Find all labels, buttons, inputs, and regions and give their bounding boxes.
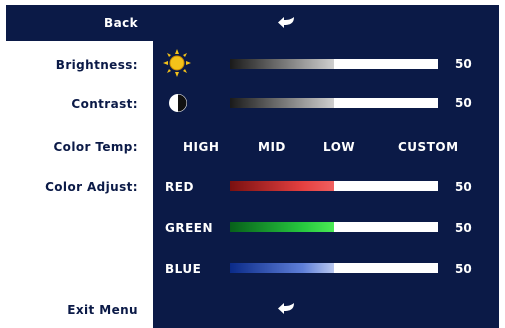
exit-menu-button[interactable]: Exit Menu [18,303,138,317]
red-value: 50 [455,180,472,194]
blue-slider-fill [230,263,334,273]
color-temp-mid[interactable]: MID [258,140,286,154]
red-slider[interactable] [230,181,438,191]
back-button[interactable]: Back [72,16,138,30]
blue-value: 50 [455,262,472,276]
contrast-label: Contrast: [71,97,138,111]
green-value: 50 [455,221,472,235]
color-temp-label: Color Temp: [53,140,138,154]
brightness-slider[interactable] [230,59,438,69]
green-slider-fill [230,222,334,232]
color-temp-custom[interactable]: CUSTOM [398,140,459,154]
brightness-label: Brightness: [55,58,138,72]
contrast-slider-fill [230,98,334,108]
color-adjust-label: Color Adjust: [45,180,138,194]
brightness-value: 50 [455,57,472,71]
blue-label: BLUE [165,262,202,276]
contrast-icon [169,94,187,112]
green-label: GREEN [165,221,214,235]
brightness-slider-fill [230,59,334,69]
red-label: RED [165,180,194,194]
contrast-slider[interactable] [230,98,438,108]
color-temp-high[interactable]: HIGH [183,140,219,154]
sun-icon [163,49,191,77]
back-arrow-icon[interactable] [276,14,296,30]
green-slider[interactable] [230,222,438,232]
blue-slider[interactable] [230,263,438,273]
red-slider-fill [230,181,334,191]
exit-arrow-icon[interactable] [276,300,296,316]
color-temp-low[interactable]: LOW [323,140,355,154]
contrast-value: 50 [455,96,472,110]
